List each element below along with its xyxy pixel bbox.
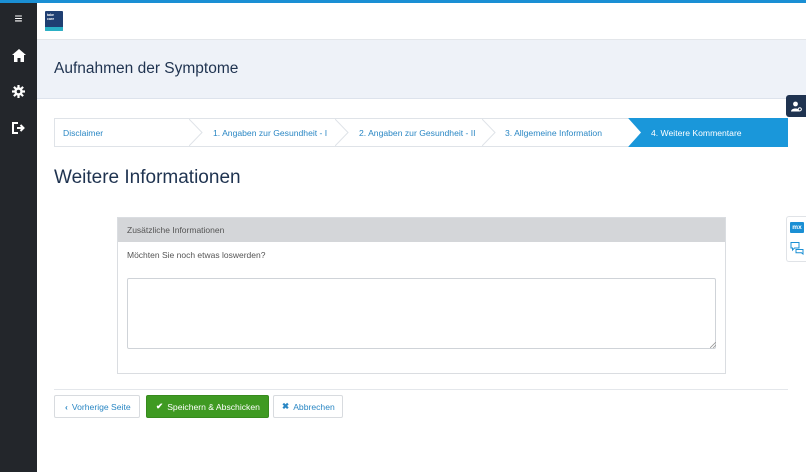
logo-text: take care	[47, 13, 55, 21]
gear-icon[interactable]	[0, 76, 37, 106]
top-header: take care	[37, 3, 806, 40]
logout-icon[interactable]	[0, 113, 37, 143]
step-health-2[interactable]: 2. Angaben zur Gesundheit - II	[359, 119, 476, 146]
top-accent-bar	[0, 0, 806, 3]
step-separator	[482, 119, 496, 146]
previous-page-label: Vorherige Seite	[71, 401, 131, 412]
mx-badge[interactable]: mx	[790, 222, 804, 233]
resize-handle-icon[interactable]	[710, 342, 716, 348]
question-label: Möchten Sie noch etwas loswerden?	[127, 250, 266, 260]
title-band: Aufnahmen der Symptome	[37, 40, 806, 99]
home-icon-glyph	[11, 48, 26, 62]
gear-icon-glyph	[12, 84, 25, 98]
step-further-comments[interactable]: 4. Weitere Kommentare	[651, 119, 742, 146]
logout-icon-glyph	[11, 122, 25, 134]
home-icon[interactable]	[0, 40, 37, 70]
step-health-1[interactable]: 1. Angaben zur Gesundheit - I	[213, 119, 327, 146]
cancel-label: Abbrechen	[293, 401, 335, 412]
chat-icon[interactable]	[790, 241, 804, 255]
step-disclaimer[interactable]: Disclaimer	[63, 119, 103, 146]
menu-icon[interactable]: ≡	[0, 3, 37, 33]
save-submit-label: Speichern & Abschicken	[167, 401, 260, 412]
check-icon: ✔	[156, 401, 164, 411]
user-settings-icon	[790, 101, 802, 111]
cancel-button[interactable]: ✖ Abbrechen	[273, 395, 343, 418]
app-logo[interactable]: take care	[45, 11, 63, 31]
section-heading: Weitere Informationen	[54, 167, 241, 188]
chevron-left-icon: ‹	[65, 401, 68, 412]
panel-header: Zusätzliche Informationen	[118, 218, 725, 242]
save-submit-button[interactable]: ✔ Speichern & Abschicken	[146, 395, 269, 418]
comments-textarea[interactable]	[127, 278, 716, 349]
close-icon: ✖	[282, 401, 290, 411]
additional-info-panel: Zusätzliche Informationen Möchten Sie no…	[117, 217, 726, 374]
step-general-info[interactable]: 3. Allgemeine Information	[505, 119, 602, 146]
sidebar: ≡	[0, 0, 37, 472]
step-separator	[189, 119, 203, 146]
footer-divider	[54, 389, 788, 390]
wizard-steps: Disclaimer 1. Angaben zur Gesundheit - I…	[54, 118, 788, 147]
step-active-notch	[628, 118, 641, 147]
previous-page-button[interactable]: ‹ Vorherige Seite	[54, 395, 140, 418]
user-panel-tab[interactable]	[786, 95, 806, 117]
step-separator	[335, 119, 349, 146]
page-title: Aufnahmen der Symptome	[54, 60, 239, 77]
mx-side-tab[interactable]: mx	[786, 216, 806, 262]
